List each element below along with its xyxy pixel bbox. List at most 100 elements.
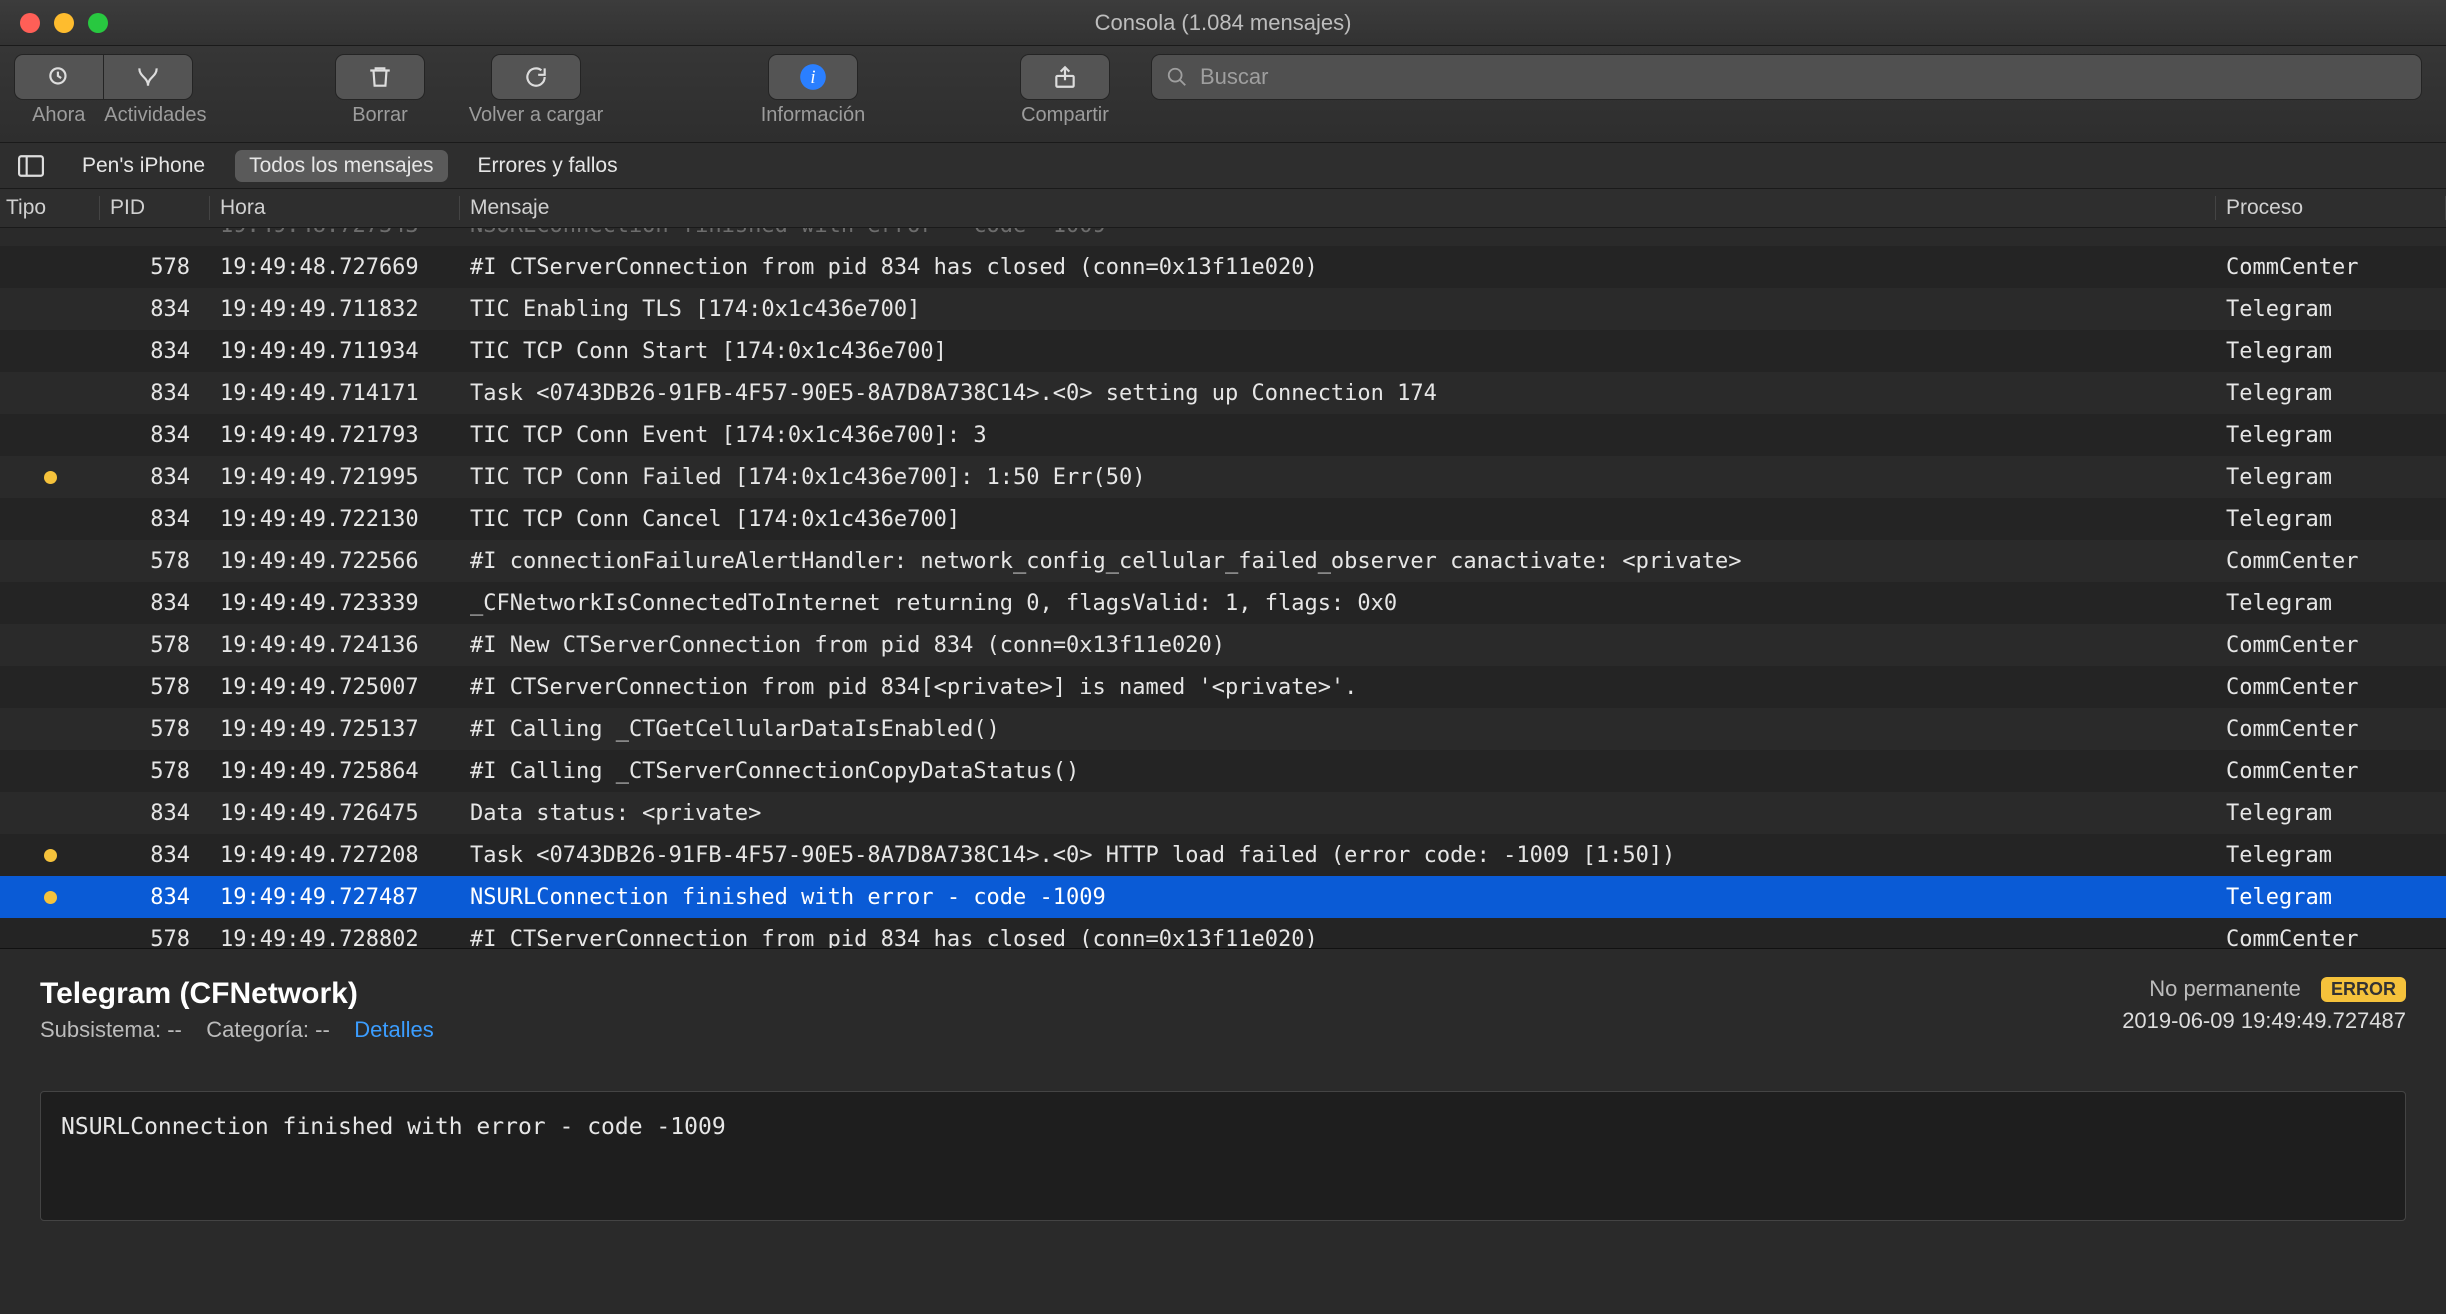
log-table[interactable]: 19:49:48.727343NSURLConnection finished … [0,228,2446,948]
header-tipo[interactable]: Tipo [0,196,100,220]
cell-process: CommCenter [2216,759,2446,784]
cell-message: TIC TCP Conn Cancel [174:0x1c436e700] [460,507,2216,532]
maximize-window-button[interactable] [88,13,108,33]
details-link[interactable]: Detalles [354,1017,433,1042]
share-button[interactable] [1020,54,1110,100]
cell-process: Telegram [2216,381,2446,406]
window-controls [20,13,108,33]
filter-all-messages[interactable]: Todos los mensajes [235,150,447,182]
table-row[interactable]: 57819:49:48.727669#I CTServerConnection … [0,246,2446,288]
cell-message: TIC TCP Conn Failed [174:0x1c436e700]: 1… [460,465,2216,490]
cell-hora: 19:49:49.721995 [210,465,460,490]
cell-message: TIC TCP Conn Start [174:0x1c436e700] [460,339,2216,364]
cell-message: Task <0743DB26-91FB-4F57-90E5-8A7D8A738C… [460,381,2216,406]
table-row[interactable]: 83419:49:49.727208Task <0743DB26-91FB-4F… [0,834,2446,876]
warning-dot-icon [44,471,57,484]
cell-pid: 578 [100,549,210,574]
reload-icon [523,64,549,90]
share-label: Compartir [1015,104,1115,127]
search-input[interactable] [1198,63,2407,91]
cell-message: #I Calling _CTServerConnectionCopyDataSt… [460,759,2216,784]
table-row[interactable]: 83419:49:49.727487NSURLConnection finish… [0,876,2446,918]
table-row[interactable]: 57819:49:49.725137#I Calling _CTGetCellu… [0,708,2446,750]
table-row[interactable]: 57819:49:49.728802#I CTServerConnection … [0,918,2446,948]
cell-process: Telegram [2216,885,2446,910]
cell-pid: 834 [100,297,210,322]
cell-hora: 19:49:49.722566 [210,549,460,574]
table-row[interactable]: 83419:49:49.721995TIC TCP Conn Failed [1… [0,456,2446,498]
table-row[interactable]: 83419:49:49.711832TIC Enabling TLS [174:… [0,288,2446,330]
cell-hora: 19:49:49.723339 [210,591,460,616]
search-wrap [1151,54,2432,100]
cell-pid: 578 [100,633,210,658]
activities-button[interactable] [103,54,193,100]
header-proceso[interactable]: Proceso [2216,196,2446,220]
cell-message: Task <0743DB26-91FB-4F57-90E5-8A7D8A738C… [460,843,2216,868]
detail-subtitle: Subsistema: -- Categoría: -- Detalles [40,1017,2406,1043]
cell-process: Telegram [2216,465,2446,490]
info-button[interactable]: i [768,54,858,100]
table-row[interactable]: 57819:49:49.724136#I New CTServerConnect… [0,624,2446,666]
detail-timestamp: 2019-06-09 19:49:49.727487 [2122,1008,2406,1034]
svg-text:i: i [810,67,815,88]
table-row[interactable]: 83419:49:49.726475Data status: <private>… [0,792,2446,834]
cell-hora: 19:49:49.727208 [210,843,460,868]
toolbar-group-reload: Volver a cargar [461,54,611,127]
reload-button[interactable] [491,54,581,100]
device-selector[interactable]: Pen's iPhone [68,150,219,182]
table-row[interactable]: 83419:49:49.714171Task <0743DB26-91FB-4F… [0,372,2446,414]
table-row[interactable]: 83419:49:49.721793TIC TCP Conn Event [17… [0,414,2446,456]
header-hora[interactable]: Hora [210,196,460,220]
cell-process: Telegram [2216,801,2446,826]
cell-pid: 578 [100,927,210,949]
cell-hora: 19:49:49.711832 [210,297,460,322]
cell-pid: 578 [100,759,210,784]
header-mensaje[interactable]: Mensaje [460,196,2216,220]
filter-errors[interactable]: Errores y fallos [464,150,632,182]
cell-process: Telegram [2216,339,2446,364]
toolbar: Ahora Actividades Borrar Volver a cargar… [0,46,2446,143]
trash-icon [367,64,393,90]
table-row[interactable]: 57819:49:49.722566#I connectionFailureAl… [0,540,2446,582]
cell-hora: 19:49:48.727343 [210,228,460,238]
table-row[interactable]: 57819:49:49.725007#I CTServerConnection … [0,666,2446,708]
cell-message: Data status: <private> [460,801,2216,826]
toolbar-group-info: i Información [753,54,873,127]
minimize-window-button[interactable] [54,13,74,33]
close-window-button[interactable] [20,13,40,33]
header-pid[interactable]: PID [100,196,210,220]
table-row[interactable]: 19:49:48.727343NSURLConnection finished … [0,228,2446,246]
search-field[interactable] [1151,54,2422,100]
now-button[interactable] [14,54,103,100]
detail-message[interactable]: NSURLConnection finished with error - co… [40,1091,2406,1221]
table-row[interactable]: 83419:49:49.711934TIC TCP Conn Start [17… [0,330,2446,372]
category-value: -- [315,1017,330,1042]
cell-process: Telegram [2216,423,2446,448]
cell-pid: 834 [100,591,210,616]
cell-message: _CFNetworkIsConnectedToInternet returnin… [460,591,2216,616]
cell-hora: 19:49:49.722130 [210,507,460,532]
cell-process: Telegram [2216,843,2446,868]
cell-process: CommCenter [2216,549,2446,574]
cell-message: #I CTServerConnection from pid 834 has c… [460,255,2216,280]
table-header: Tipo PID Hora Mensaje Proceso [0,189,2446,228]
cell-pid: 834 [100,339,210,364]
titlebar: Consola (1.084 mensajes) [0,0,2446,46]
cell-message: TIC TCP Conn Event [174:0x1c436e700]: 3 [460,423,2216,448]
cell-hora: 19:49:49.714171 [210,381,460,406]
cell-message: #I New CTServerConnection from pid 834 (… [460,633,2216,658]
table-row[interactable]: 83419:49:49.722130TIC TCP Conn Cancel [1… [0,498,2446,540]
table-row[interactable]: 83419:49:49.723339_CFNetworkIsConnectedT… [0,582,2446,624]
cell-hora: 19:49:49.725137 [210,717,460,742]
clear-button[interactable] [335,54,425,100]
toolbar-group-clear: Borrar [335,54,425,127]
cell-message: TIC Enabling TLS [174:0x1c436e700] [460,297,2216,322]
cell-tipo [0,849,100,862]
cell-pid: 834 [100,843,210,868]
cell-hora: 19:49:49.711934 [210,339,460,364]
cell-pid: 834 [100,381,210,406]
category-label: Categoría: [206,1017,309,1042]
cell-process: CommCenter [2216,633,2446,658]
table-row[interactable]: 57819:49:49.725864#I Calling _CTServerCo… [0,750,2446,792]
sidebar-toggle[interactable] [10,152,52,180]
